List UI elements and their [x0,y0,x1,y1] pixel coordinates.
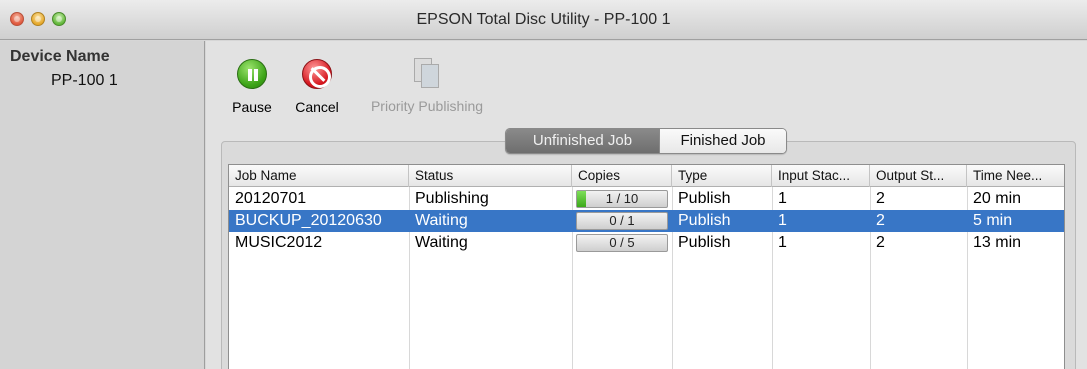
column-header-type[interactable]: Type [672,165,772,187]
cell-type: Publish [678,190,731,207]
tab-unfinished-job[interactable]: Unfinished Job [506,129,659,153]
cancel-button[interactable]: Cancel [292,59,342,115]
pause-button[interactable]: Pause [232,59,272,115]
cell-input-stacker: 1 [778,234,787,251]
sidebar-item-pp-100-1[interactable]: PP-100 1 [0,70,204,92]
copies-text: 0 / 5 [609,235,635,250]
cell-status: Publishing [415,190,489,207]
copies-text: 1 / 10 [605,191,639,206]
window-title: EPSON Total Disc Utility - PP-100 1 [416,11,671,28]
job-table: Job Name Status Copies Type Input Stac..… [228,164,1065,369]
cell-job-name: BUCKUP_20120630 [235,212,382,229]
copies-text: 0 / 1 [609,213,635,228]
column-header-time-needed[interactable]: Time Nee... [967,165,1064,187]
cell-output-stacker: 2 [876,212,885,229]
cell-job-name: 20120701 [235,190,307,207]
priority-publishing-button[interactable]: Priority Publishing [362,58,492,114]
title-bar: EPSON Total Disc Utility - PP-100 1 [0,0,1087,40]
priority-publishing-label: Priority Publishing [370,98,484,114]
cell-input-stacker: 1 [778,212,787,229]
cell-output-stacker: 2 [876,190,885,207]
cell-status: Waiting [415,234,468,251]
sidebar-item-label: PP-100 1 [51,72,118,89]
cell-output-stacker: 2 [876,234,885,251]
cell-time-needed: 5 min [973,212,1013,229]
cell-type: Publish [678,212,731,229]
cell-input-stacker: 1 [778,190,787,207]
table-row[interactable]: BUCKUP_20120630 Waiting 0 / 1 Publish 1 … [229,210,1064,232]
cancel-label: Cancel [295,99,339,115]
sidebar-header: Device Name [10,48,110,65]
cancel-icon [302,59,332,89]
column-header-job-name[interactable]: Job Name [229,165,409,187]
column-header-status[interactable]: Status [409,165,572,187]
job-tabs: Unfinished Job Finished Job [505,128,787,154]
column-header-output-stacker[interactable]: Output St... [870,165,967,187]
cell-time-needed: 20 min [973,190,1022,207]
column-header-input-stacker[interactable]: Input Stac... [772,165,870,187]
table-row[interactable]: MUSIC2012 Waiting 0 / 5 Publish 1 2 13 m… [229,232,1064,254]
pause-icon [237,59,267,89]
table-row[interactable]: 20120701 Publishing 1 / 10 Publish 1 2 2… [229,188,1064,210]
copies-progress-bar: 1 / 10 [576,190,668,208]
pause-label: Pause [232,99,272,115]
tab-finished-job[interactable]: Finished Job [659,129,786,153]
column-header-copies[interactable]: Copies [572,165,672,187]
priority-publishing-icon [412,58,442,88]
sidebar: Device Name PP-100 1 [0,41,205,369]
cell-type: Publish [678,234,731,251]
cell-time-needed: 13 min [973,234,1022,251]
cell-status: Waiting [415,212,468,229]
table-header: Job Name Status Copies Type Input Stac..… [229,165,1064,187]
copies-progress-bar: 0 / 5 [576,234,668,252]
cell-job-name: MUSIC2012 [235,234,323,251]
copies-progress-bar: 0 / 1 [576,212,668,230]
